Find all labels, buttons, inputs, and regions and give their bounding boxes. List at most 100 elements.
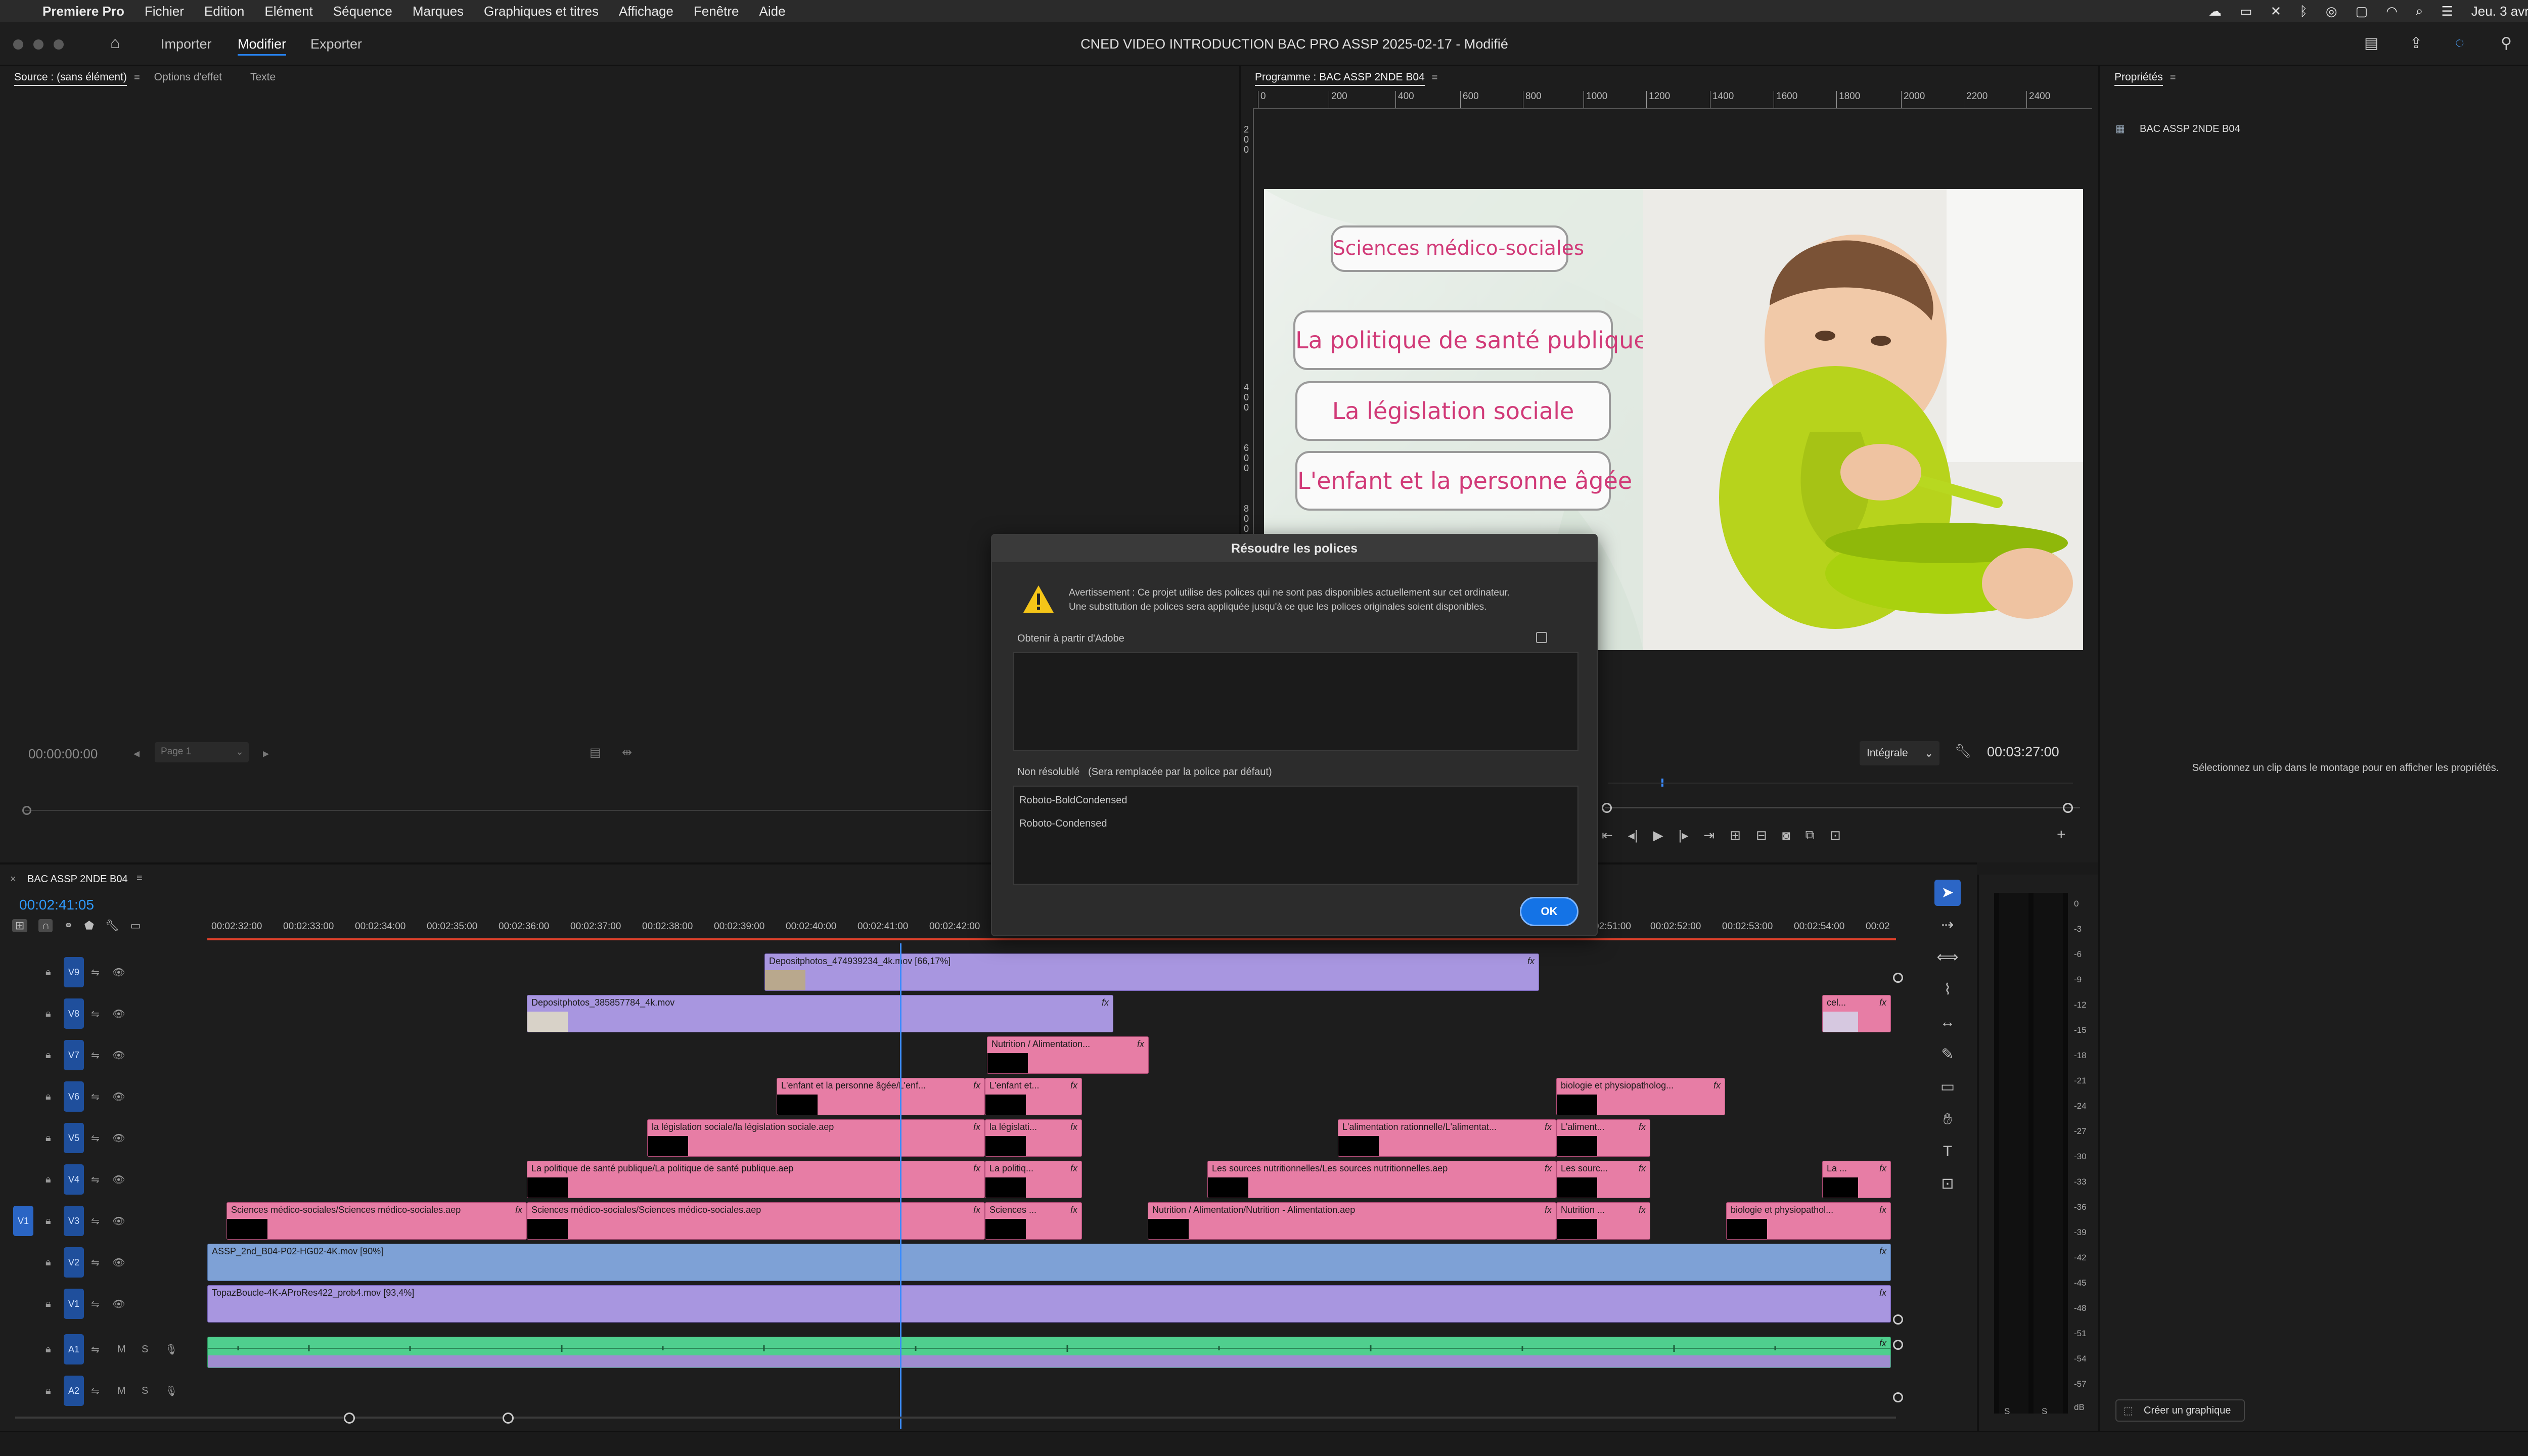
menu-element[interactable]: Elément [254,4,323,19]
nest-icon[interactable]: ⊞ [12,919,28,932]
source-patch-v1[interactable]: V1 [13,1206,33,1236]
home-icon[interactable]: ⌂ [110,33,120,52]
hand-tool-icon[interactable]: ✋︎ [1934,1106,1961,1132]
mute-icon[interactable]: ✕ [2271,4,2282,19]
zoom-handle-right[interactable] [2063,803,2073,813]
lock-icon[interactable]: 🔒︎ [46,1298,51,1310]
clip[interactable]: La ... fx [1822,1161,1891,1198]
camera-icon[interactable]: ◙ [1782,828,1790,843]
vscroll-handle-top[interactable] [1893,973,1903,983]
cast-icon[interactable]: ▢ [2356,4,2368,19]
panel-menu-icon[interactable]: ≡ [134,72,140,83]
sync-lock-icon[interactable]: ⇋ [91,1132,100,1145]
sync-lock-icon[interactable]: ⇋ [91,1343,100,1356]
mute-track-button[interactable]: M [117,1344,126,1355]
solo-left-button[interactable]: S [2004,1406,2010,1417]
bluetooth-icon[interactable]: ᛒ [2299,4,2308,19]
play-icon[interactable]: ▶ [1653,828,1663,843]
microphone-icon[interactable]: 🎙︎ [165,1343,177,1356]
lock-icon[interactable]: 🔒︎ [46,1050,51,1061]
sync-lock-icon[interactable]: ⇋ [91,1049,100,1062]
sync-lock-icon[interactable]: ⇋ [91,1385,100,1397]
sync-lock-icon[interactable]: ⇋ [91,1298,100,1310]
prev-page-icon[interactable]: ◂ [133,746,140,761]
button-editor-icon[interactable]: ⊡ [1830,828,1841,843]
wifi-icon[interactable]: ◠ [2386,4,2398,19]
track-select-tool-icon[interactable]: ⇢ [1934,912,1961,938]
tab-text[interactable]: Texte [236,71,290,83]
tab-program[interactable]: Programme : BAC ASSP 2NDE B04 [1241,71,1439,86]
create-graphic-button[interactable]: ⬚ Créer un graphique [2115,1399,2245,1422]
step-back-icon[interactable]: ◂| [1628,828,1638,843]
timeline-timecode[interactable]: 00:02:41:05 [19,897,94,913]
clip[interactable]: Sciences ... fx [985,1202,1082,1240]
track-label-v5[interactable]: V5 [64,1123,84,1153]
lock-icon[interactable]: 🔒︎ [46,1174,51,1186]
step-forward-icon[interactable]: |▸ [1679,828,1689,843]
track-label-v6[interactable]: V6 [64,1081,84,1112]
sync-lock-icon[interactable]: ⇋ [91,966,100,979]
linked-selection-icon[interactable]: ⚭ [64,919,73,932]
scroll-handle-right[interactable] [503,1413,514,1424]
captions-icon[interactable]: ▭ [130,919,141,932]
tab-properties[interactable]: Propriétés [2100,71,2177,86]
display-icon[interactable]: ▭ [2240,4,2252,19]
next-page-icon[interactable]: ▸ [263,746,269,761]
audio-vscroll-handle-bottom[interactable] [1893,1392,1903,1402]
menu-fichier[interactable]: Fichier [134,4,194,19]
import-tab[interactable]: Importer [161,36,212,52]
clip[interactable]: biologie et physiopathol... fx [1726,1202,1891,1240]
track-label-v3[interactable]: V3 [64,1206,84,1236]
ok-button[interactable]: OK [1520,897,1578,926]
solo-track-button[interactable]: S [142,1385,148,1397]
eye-icon[interactable]: 👁︎ [112,1132,125,1145]
workspace-icon[interactable]: ▤ [2364,34,2378,52]
sync-lock-icon[interactable]: ⇋ [91,1008,100,1020]
microphone-icon[interactable]: 🎙︎ [165,1385,177,1397]
adobe-fonts-list[interactable] [1013,652,1578,751]
clip[interactable]: L'enfant et... fx [985,1078,1082,1115]
lock-icon[interactable]: 🔒︎ [46,1344,51,1355]
clip[interactable]: ASSP_2nd_B04-P02-HG02-4K.mov [90%] fx [207,1244,1891,1281]
source-scrub-handle[interactable] [22,806,31,815]
lock-icon[interactable]: 🔒︎ [46,1385,51,1397]
lock-icon[interactable]: 🔒︎ [46,1215,51,1227]
font-item[interactable]: Roboto-Condensed [1019,818,1107,830]
menu-fenetre[interactable]: Fenêtre [684,4,749,19]
tab-source[interactable]: Source : (sans élément) [0,71,141,86]
track-label-v9[interactable]: V9 [64,957,84,987]
track-label-a2[interactable]: A2 [64,1376,84,1406]
lock-icon[interactable]: 🔒︎ [46,1008,51,1020]
go-to-in-icon[interactable]: ⇤ [1602,828,1613,843]
timeline-scrollbar[interactable] [15,1417,1896,1419]
menu-aide[interactable]: Aide [749,4,795,19]
clip[interactable]: La politique de santé publique/La politi… [527,1161,985,1198]
menu-sequence[interactable]: Séquence [323,4,402,19]
lock-icon[interactable]: 🔒︎ [46,967,51,978]
add-marker-icon[interactable]: ⬟ [84,919,94,932]
eye-icon[interactable]: 👁︎ [112,1256,125,1269]
track-label-v8[interactable]: V8 [64,998,84,1029]
clip[interactable]: la législation sociale/la législation so… [647,1119,985,1157]
close-tab-icon[interactable]: × [10,874,16,885]
export-tab[interactable]: Exporter [310,36,362,52]
zoom-window-button[interactable] [54,39,64,50]
pen-tool-icon[interactable]: ✎ [1934,1041,1961,1068]
solo-right-button[interactable]: S [2042,1406,2047,1417]
scroll-handle-left[interactable] [344,1413,355,1424]
share-icon[interactable]: ⇪ [2410,34,2422,52]
clip[interactable]: La politiq... fx [985,1161,1082,1198]
audio-vscroll-handle-top[interactable] [1893,1340,1903,1350]
mute-track-button[interactable]: M [117,1385,126,1397]
type-tool-icon[interactable]: T [1934,1139,1961,1165]
lift-icon[interactable]: ⊞ [1730,828,1741,843]
lock-icon[interactable]: 🔒︎ [46,1132,51,1144]
eye-icon[interactable]: 👁︎ [112,1215,125,1227]
track-label-v2[interactable]: V2 [64,1247,84,1278]
tab-effect-options[interactable]: Options d'effet [140,71,236,83]
control-center-icon[interactable]: ☰ [2441,4,2453,19]
clip[interactable]: Nutrition / Alimentation... fx [987,1036,1149,1074]
clip[interactable]: Les sources nutritionnelles/Les sources … [1207,1161,1556,1198]
eye-icon[interactable]: 👁︎ [112,1008,125,1020]
sync-lock-icon[interactable]: ⇋ [91,1173,100,1186]
